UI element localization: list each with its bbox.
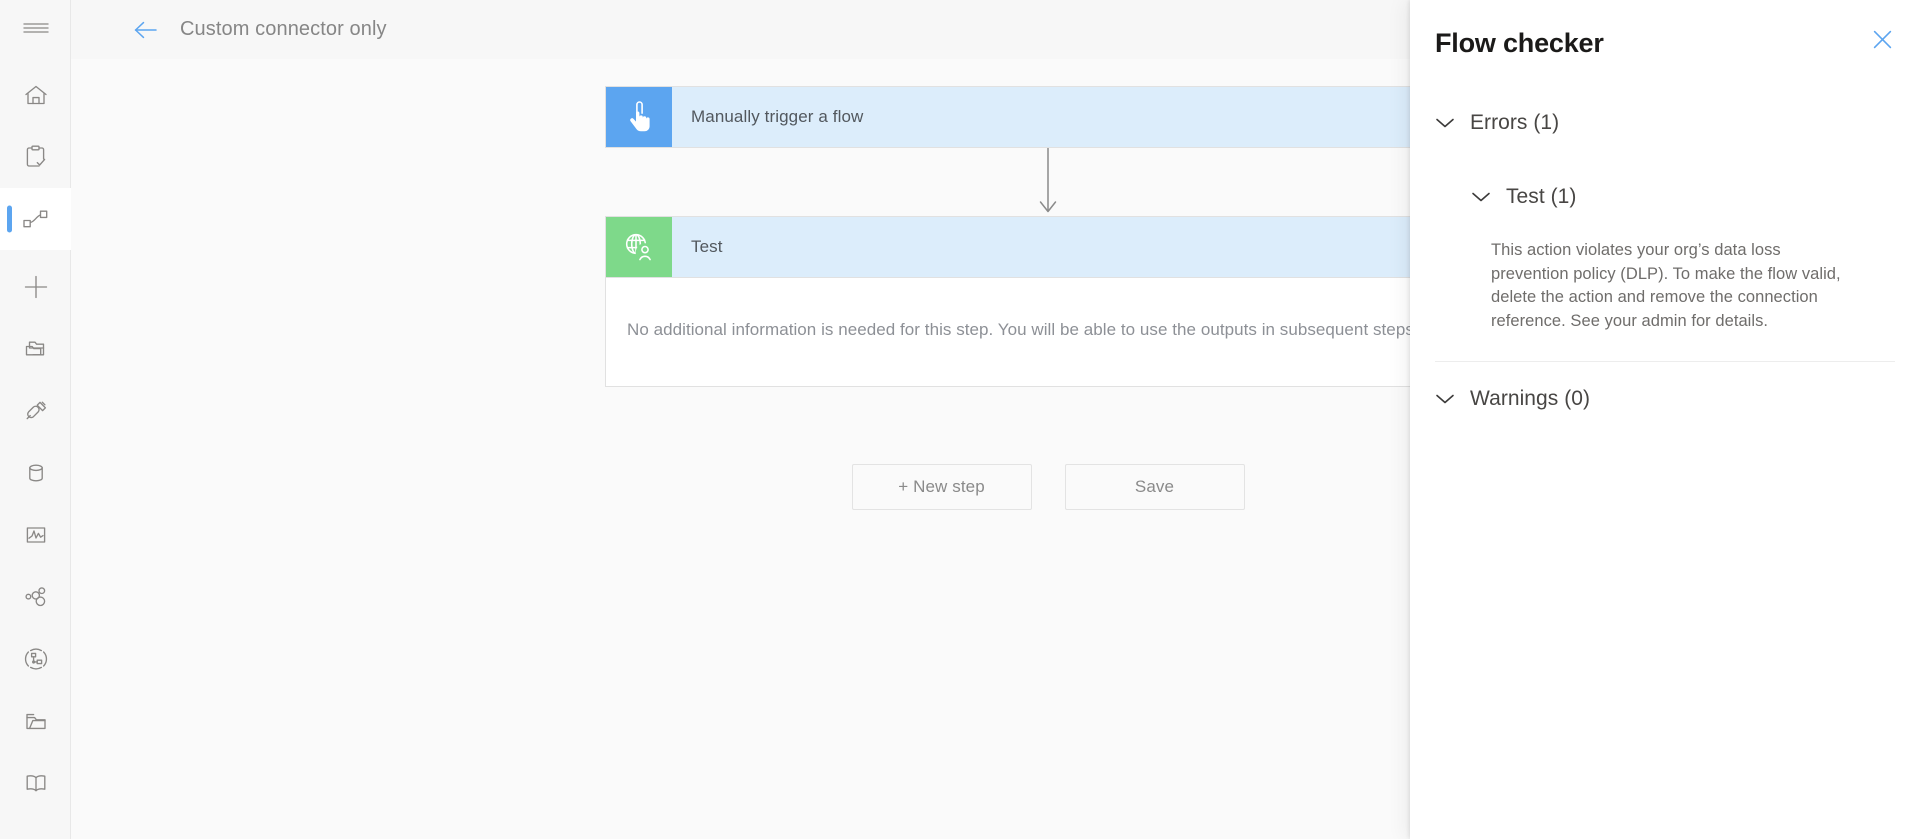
panel-divider <box>1435 361 1895 362</box>
chevron-down-icon <box>1435 117 1455 129</box>
close-icon <box>1872 29 1893 55</box>
flow-connector <box>605 148 1491 216</box>
warnings-group-toggle[interactable]: Warnings (0) <box>1435 379 1895 419</box>
desktop-flows-icon <box>23 709 49 733</box>
errors-group-toggle[interactable]: Errors (1) <box>1435 103 1895 143</box>
sidebar-item-templates[interactable] <box>0 318 71 380</box>
warnings-section: Warnings (0) <box>1410 379 1920 419</box>
trigger-card[interactable]: Manually trigger a flow <box>605 86 1491 148</box>
custom-connector-globe-icon <box>622 231 656 263</box>
sidebar-item-solutions[interactable] <box>0 566 71 628</box>
manual-trigger-hand-icon <box>624 100 654 134</box>
hamburger-menu-icon <box>22 20 49 36</box>
sidebar-item-create[interactable] <box>0 256 71 318</box>
flow-step-stack: Manually trigger a flow Test No addition… <box>605 86 1491 387</box>
page-title: Custom connector only <box>180 18 387 40</box>
solutions-icon <box>23 585 49 609</box>
chevron-down-icon <box>1471 191 1491 203</box>
action-card-title: Test <box>691 237 723 256</box>
action-card[interactable]: Test <box>605 216 1491 278</box>
power-automate-designer: Custom connector only Manually trigger a… <box>0 0 1920 839</box>
home-icon <box>23 83 49 107</box>
sidebar-item-my-flows[interactable] <box>0 188 71 250</box>
sidebar-item-data[interactable] <box>0 442 71 504</box>
process-advisor-icon <box>22 647 50 671</box>
sidebar-item-process-advisor[interactable] <box>0 628 71 690</box>
flow-checker-title: Flow checker <box>1435 27 1604 58</box>
connectors-icon <box>22 398 50 424</box>
sidebar-item-approvals[interactable] <box>0 126 71 188</box>
errors-group-label: Errors (1) <box>1470 111 1560 134</box>
errors-item-toggle[interactable]: Test (1) <box>1435 177 1895 217</box>
flow-icon <box>21 208 51 230</box>
trigger-card-icon-tile <box>606 87 672 147</box>
sidebar-item-home[interactable] <box>0 64 71 126</box>
templates-icon <box>22 337 50 361</box>
sidebar-item-ai-builder[interactable] <box>0 504 71 566</box>
learn-book-icon <box>23 772 49 794</box>
canvas-action-buttons: + New step Save <box>605 464 1491 510</box>
warnings-group-label: Warnings (0) <box>1470 387 1591 410</box>
sidebar-item-learn[interactable] <box>0 752 71 814</box>
flow-checker-panel: Flow checker Errors (1) Test (1) This ac… <box>1410 0 1920 839</box>
sidebar-item-desktop-flows[interactable] <box>0 690 71 752</box>
sidebar-item-connectors[interactable] <box>0 380 71 442</box>
flow-checker-content: Errors (1) Test (1) This action violates… <box>1410 103 1920 333</box>
database-icon <box>24 461 48 485</box>
ai-builder-icon <box>24 523 48 547</box>
action-card-body: No additional information is needed for … <box>605 278 1491 387</box>
clipboard-check-icon <box>23 144 49 170</box>
back-arrow-icon <box>133 20 159 40</box>
trigger-card-title: Manually trigger a flow <box>691 107 864 126</box>
new-step-button[interactable]: + New step <box>851 464 1032 510</box>
error-message: This action violates your org’s data los… <box>1491 241 1841 330</box>
menu-toggle[interactable] <box>0 0 71 56</box>
back-button[interactable] <box>124 8 168 52</box>
save-button[interactable]: Save <box>1064 464 1245 510</box>
action-card-icon-tile <box>606 217 672 277</box>
chevron-down-icon <box>1435 393 1455 405</box>
flow-checker-close-button[interactable] <box>1862 22 1902 62</box>
left-navigation-rail <box>0 0 71 839</box>
flow-checker-header: Flow checker <box>1410 0 1920 86</box>
errors-item-label: Test (1) <box>1506 185 1577 208</box>
plus-icon <box>23 274 49 300</box>
